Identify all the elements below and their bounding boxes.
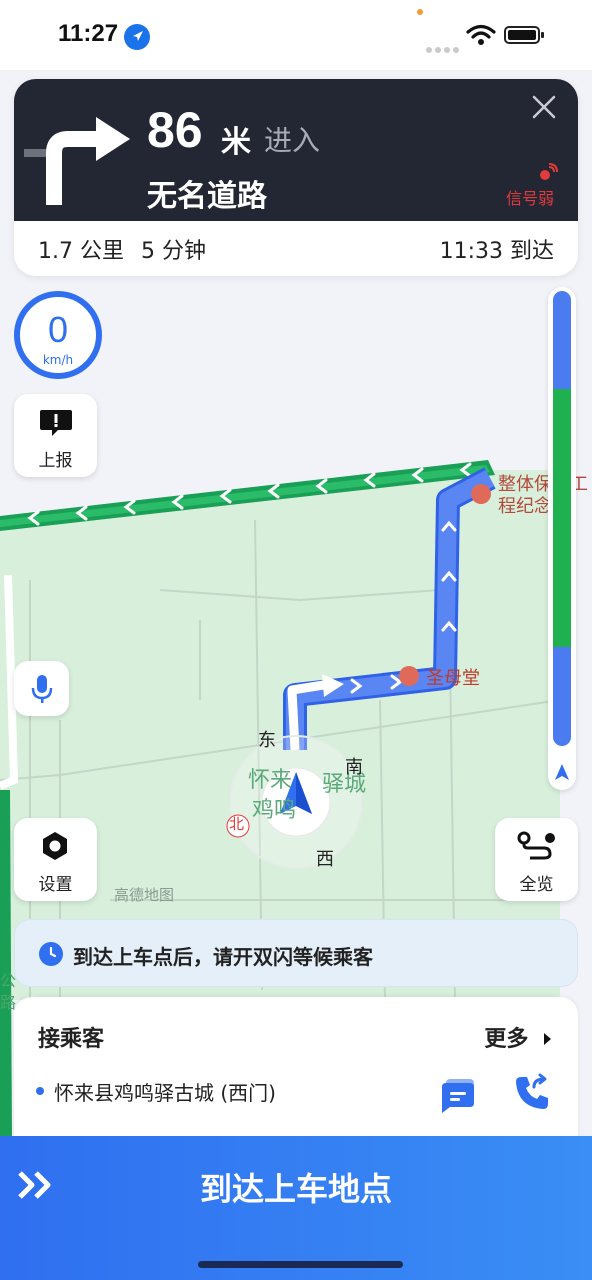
- poi-church-label[interactable]: 圣母堂: [426, 664, 480, 690]
- compass-north: 北: [229, 815, 245, 833]
- weak-signal-label: 信号弱: [506, 189, 555, 208]
- clock-icon: [39, 942, 63, 966]
- pickup-dot-icon: [36, 1087, 44, 1095]
- voice-button[interactable]: [14, 661, 69, 716]
- traffic-segment-smooth: [553, 389, 571, 647]
- pickup-location: 怀来县鸡鸣驿古城 (西门): [54, 1081, 276, 1105]
- microphone-icon: [31, 673, 53, 709]
- turn-action: 进入: [264, 124, 321, 157]
- remaining-distance: 1.7 公里: [38, 239, 124, 264]
- route-traffic-progress: [548, 287, 576, 790]
- area-label-line2: 鸡鸣: [252, 798, 297, 823]
- speedometer: 0 km/h: [14, 291, 102, 379]
- road-name: 无名道路: [147, 179, 267, 214]
- settings-label: 设置: [38, 875, 73, 895]
- speed-value: 0: [47, 309, 69, 350]
- overview-label: 全览: [519, 875, 554, 895]
- report-icon: [38, 408, 74, 442]
- route-overview-icon: [516, 830, 558, 866]
- gear-icon: [39, 830, 71, 866]
- settings-button[interactable]: 设置: [14, 818, 97, 901]
- compass-west: 西: [316, 849, 334, 870]
- remaining-summary: 1.7 公里 5 分钟: [38, 233, 206, 265]
- cellular-signal-icon: [426, 38, 462, 57]
- speed-unit: km/h: [42, 353, 74, 367]
- arrive-pickup-label: 到达上车地点: [199, 1170, 392, 1208]
- status-time: 11:27: [58, 20, 119, 47]
- location-arrow-icon: [124, 24, 150, 50]
- navigation-card: 86 米 进入 无名道路 信号弱 1.7 公里 5 分钟 11:33 到达: [14, 79, 578, 276]
- traffic-segment-unknown-2: [553, 647, 571, 746]
- home-indicator[interactable]: [198, 1261, 403, 1268]
- navigation-instruction: 86 米 进入 无名道路 信号弱: [14, 79, 578, 221]
- close-icon[interactable]: [529, 92, 559, 126]
- chevron-right-icon: [542, 1027, 552, 1052]
- weak-signal-icon: [538, 163, 558, 187]
- traffic-track: [553, 291, 571, 746]
- battery-icon: [504, 26, 544, 44]
- compass-south: 南: [345, 757, 363, 778]
- privacy-indicator-dot: [417, 9, 423, 15]
- turn-distance-unit: 米: [221, 125, 251, 160]
- map-watermark: 高德地图: [114, 886, 175, 904]
- arrive-pickup-button[interactable]: 到达上车地点: [0, 1136, 592, 1280]
- more-link[interactable]: 更多: [484, 1021, 552, 1053]
- current-position-icon: [553, 763, 571, 785]
- tip-banner: 到达上车点后，请开双闪等候乘客: [14, 919, 578, 987]
- wifi-icon: [466, 24, 496, 50]
- passenger-card: 接乘客 更多 怀来县鸡鸣驿古城 (西门): [14, 997, 578, 1157]
- turn-distance: 86: [147, 102, 203, 158]
- compass-east: 东: [258, 730, 276, 751]
- remaining-time: 5 分钟: [140, 239, 206, 264]
- passenger-title: 接乘客: [38, 1027, 105, 1052]
- more-label: 更多: [484, 1027, 529, 1052]
- tip-text: 到达上车点后，请开双闪等候乘客: [73, 945, 373, 969]
- report-label: 上报: [38, 451, 73, 471]
- phone-icon[interactable]: [512, 1073, 552, 1117]
- overview-button[interactable]: 全览: [495, 818, 578, 901]
- report-button[interactable]: 上报: [14, 394, 97, 477]
- arrival-time: 11:33 到达: [439, 239, 554, 264]
- traffic-segment-unknown: [553, 291, 571, 389]
- road-label: 公路: [0, 971, 17, 1012]
- turn-right-icon: [22, 99, 134, 209]
- message-icon[interactable]: [440, 1075, 478, 1117]
